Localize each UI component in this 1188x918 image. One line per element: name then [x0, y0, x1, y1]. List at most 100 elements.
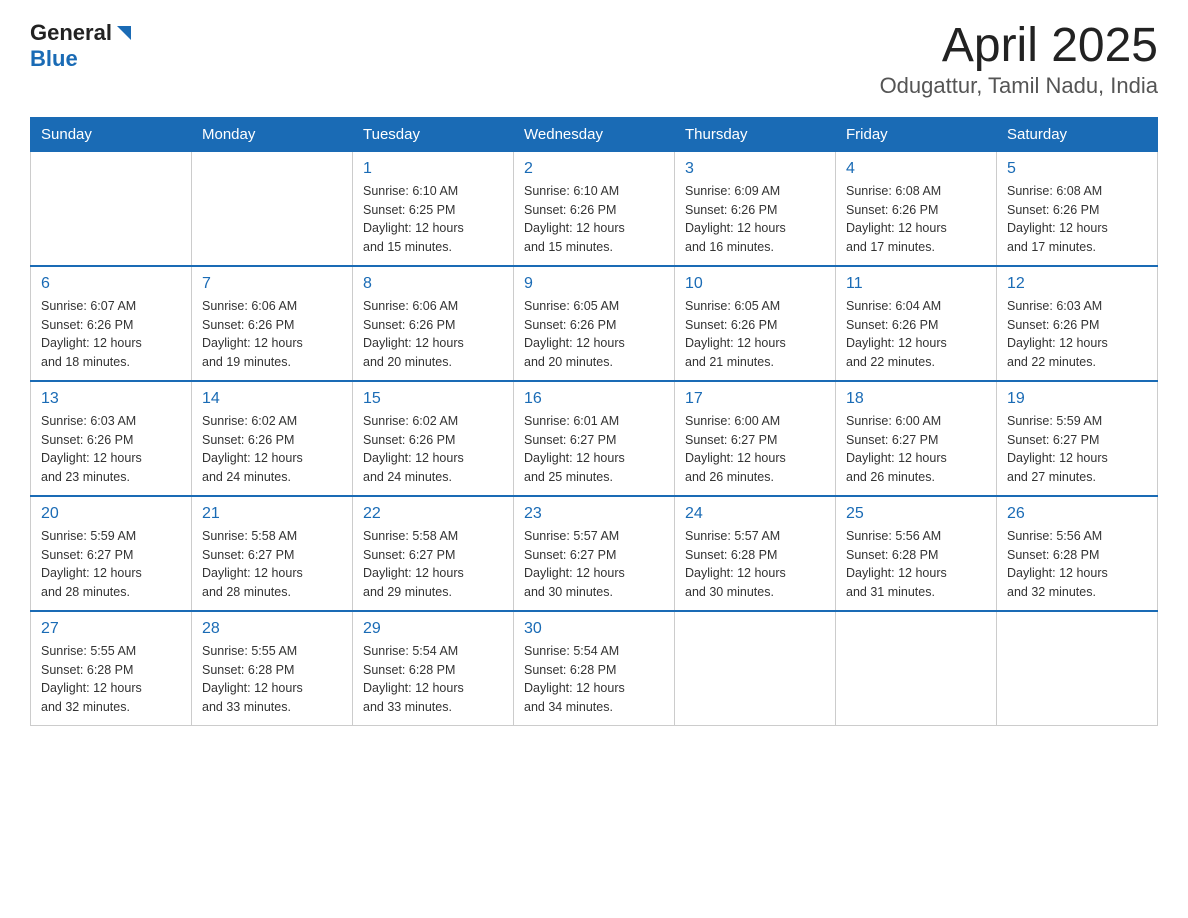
- calendar-cell: [31, 151, 192, 266]
- day-info: Sunrise: 6:03 AM Sunset: 6:26 PM Dayligh…: [1007, 297, 1147, 372]
- calendar-cell: 9Sunrise: 6:05 AM Sunset: 6:26 PM Daylig…: [514, 266, 675, 381]
- logo-triangle-icon: [113, 22, 135, 44]
- calendar-cell: 3 Sunrise: 6:09 AM Sunset: 6:26 PM Daylig…: [675, 151, 836, 266]
- col-saturday: Saturday: [997, 117, 1158, 151]
- day-info: Sunrise: 5:54 AM Sunset: 6:28 PM Dayligh…: [524, 642, 664, 717]
- logo-general-text: General: [30, 20, 112, 46]
- day-number: 15: [363, 390, 503, 408]
- day-number: 27: [41, 620, 181, 638]
- day-number: 19: [1007, 390, 1147, 408]
- day-number: 5: [1007, 160, 1147, 178]
- page-subtitle: Odugattur, Tamil Nadu, India: [880, 73, 1158, 99]
- calendar-cell: [192, 151, 353, 266]
- calendar-cell: 14 Sunrise: 6:02 AM Sunset: 6:26 PM Dayli…: [192, 381, 353, 496]
- calendar-week-row: 27 Sunrise: 5:55 AM Sunset: 6:28 PM Dayli…: [31, 611, 1158, 726]
- day-info: Sunrise: 6:10 AM Sunset: 6:25 PM Dayligh…: [363, 182, 503, 257]
- page-title: April 2025: [880, 20, 1158, 73]
- calendar-cell: 5 Sunrise: 6:08 AM Sunset: 6:26 PM Daylig…: [997, 151, 1158, 266]
- day-info: Sunrise: 6:02 AM Sunset: 6:26 PM Dayligh…: [202, 412, 342, 487]
- calendar-cell: [836, 611, 997, 726]
- day-number: 21: [202, 505, 342, 523]
- day-info: Sunrise: 6:00 AM Sunset: 6:27 PM Dayligh…: [846, 412, 986, 487]
- calendar-week-row: 6 Sunrise: 6:07 AM Sunset: 6:26 PM Daylig…: [31, 266, 1158, 381]
- calendar-cell: 15 Sunrise: 6:02 AM Sunset: 6:26 PM Dayli…: [353, 381, 514, 496]
- day-number: 29: [363, 620, 503, 638]
- calendar-cell: 13 Sunrise: 6:03 AM Sunset: 6:26 PM Dayli…: [31, 381, 192, 496]
- day-info: Sunrise: 6:10 AM Sunset: 6:26 PM Dayligh…: [524, 182, 664, 257]
- day-info: Sunrise: 6:08 AM Sunset: 6:26 PM Dayligh…: [846, 182, 986, 257]
- day-info: Sunrise: 6:00 AM Sunset: 6:27 PM Dayligh…: [685, 412, 825, 487]
- calendar-cell: 16Sunrise: 6:01 AM Sunset: 6:27 PM Dayli…: [514, 381, 675, 496]
- day-info: Sunrise: 5:55 AM Sunset: 6:28 PM Dayligh…: [41, 642, 181, 717]
- day-info: Sunrise: 6:07 AM Sunset: 6:26 PM Dayligh…: [41, 297, 181, 372]
- day-number: 24: [685, 505, 825, 523]
- day-info: Sunrise: 5:58 AM Sunset: 6:27 PM Dayligh…: [202, 527, 342, 602]
- calendar-header-row: Sunday Monday Tuesday Wednesday Thursday…: [31, 117, 1158, 151]
- calendar-cell: 10 Sunrise: 6:05 AM Sunset: 6:26 PM Dayli…: [675, 266, 836, 381]
- calendar-cell: 4 Sunrise: 6:08 AM Sunset: 6:26 PM Daylig…: [836, 151, 997, 266]
- day-number: 16: [524, 390, 664, 408]
- day-info: Sunrise: 6:06 AM Sunset: 6:26 PM Dayligh…: [363, 297, 503, 372]
- calendar-table: Sunday Monday Tuesday Wednesday Thursday…: [30, 117, 1158, 726]
- calendar-week-row: 20Sunrise: 5:59 AM Sunset: 6:27 PM Dayli…: [31, 496, 1158, 611]
- day-info: Sunrise: 6:05 AM Sunset: 6:26 PM Dayligh…: [685, 297, 825, 372]
- day-number: 11: [846, 275, 986, 293]
- day-info: Sunrise: 5:55 AM Sunset: 6:28 PM Dayligh…: [202, 642, 342, 717]
- day-info: Sunrise: 5:59 AM Sunset: 6:27 PM Dayligh…: [1007, 412, 1147, 487]
- day-number: 13: [41, 390, 181, 408]
- page-header: General Blue April 2025 Odugattur, Tamil…: [30, 20, 1158, 99]
- calendar-cell: 17Sunrise: 6:00 AM Sunset: 6:27 PM Dayli…: [675, 381, 836, 496]
- day-info: Sunrise: 5:57 AM Sunset: 6:27 PM Dayligh…: [524, 527, 664, 602]
- day-info: Sunrise: 6:02 AM Sunset: 6:26 PM Dayligh…: [363, 412, 503, 487]
- calendar-cell: [997, 611, 1158, 726]
- day-number: 1: [363, 160, 503, 178]
- day-number: 10: [685, 275, 825, 293]
- col-thursday: Thursday: [675, 117, 836, 151]
- calendar-week-row: 13 Sunrise: 6:03 AM Sunset: 6:26 PM Dayli…: [31, 381, 1158, 496]
- calendar-cell: 20Sunrise: 5:59 AM Sunset: 6:27 PM Dayli…: [31, 496, 192, 611]
- calendar-cell: 25 Sunrise: 5:56 AM Sunset: 6:28 PM Dayli…: [836, 496, 997, 611]
- col-tuesday: Tuesday: [353, 117, 514, 151]
- day-number: 7: [202, 275, 342, 293]
- day-info: Sunrise: 5:56 AM Sunset: 6:28 PM Dayligh…: [846, 527, 986, 602]
- day-info: Sunrise: 5:59 AM Sunset: 6:27 PM Dayligh…: [41, 527, 181, 602]
- day-number: 2: [524, 160, 664, 178]
- day-info: Sunrise: 6:08 AM Sunset: 6:26 PM Dayligh…: [1007, 182, 1147, 257]
- day-number: 6: [41, 275, 181, 293]
- day-number: 25: [846, 505, 986, 523]
- col-wednesday: Wednesday: [514, 117, 675, 151]
- calendar-cell: 19 Sunrise: 5:59 AM Sunset: 6:27 PM Dayli…: [997, 381, 1158, 496]
- day-number: 3: [685, 160, 825, 178]
- calendar-cell: 23 Sunrise: 5:57 AM Sunset: 6:27 PM Dayli…: [514, 496, 675, 611]
- calendar-cell: 26 Sunrise: 5:56 AM Sunset: 6:28 PM Dayli…: [997, 496, 1158, 611]
- calendar-cell: 29 Sunrise: 5:54 AM Sunset: 6:28 PM Dayli…: [353, 611, 514, 726]
- day-info: Sunrise: 5:56 AM Sunset: 6:28 PM Dayligh…: [1007, 527, 1147, 602]
- day-number: 30: [524, 620, 664, 638]
- day-number: 8: [363, 275, 503, 293]
- day-info: Sunrise: 5:57 AM Sunset: 6:28 PM Dayligh…: [685, 527, 825, 602]
- day-number: 4: [846, 160, 986, 178]
- calendar-cell: 21 Sunrise: 5:58 AM Sunset: 6:27 PM Dayli…: [192, 496, 353, 611]
- calendar-cell: 6 Sunrise: 6:07 AM Sunset: 6:26 PM Daylig…: [31, 266, 192, 381]
- calendar-cell: 1 Sunrise: 6:10 AM Sunset: 6:25 PM Daylig…: [353, 151, 514, 266]
- calendar-cell: 27 Sunrise: 5:55 AM Sunset: 6:28 PM Dayli…: [31, 611, 192, 726]
- day-number: 26: [1007, 505, 1147, 523]
- day-number: 12: [1007, 275, 1147, 293]
- calendar-cell: 22Sunrise: 5:58 AM Sunset: 6:27 PM Dayli…: [353, 496, 514, 611]
- logo-blue-text: Blue: [30, 46, 78, 71]
- day-number: 18: [846, 390, 986, 408]
- day-info: Sunrise: 5:54 AM Sunset: 6:28 PM Dayligh…: [363, 642, 503, 717]
- logo: General Blue: [30, 20, 135, 72]
- calendar-cell: 30 Sunrise: 5:54 AM Sunset: 6:28 PM Dayli…: [514, 611, 675, 726]
- day-info: Sunrise: 6:09 AM Sunset: 6:26 PM Dayligh…: [685, 182, 825, 257]
- calendar-cell: 8 Sunrise: 6:06 AM Sunset: 6:26 PM Daylig…: [353, 266, 514, 381]
- day-number: 14: [202, 390, 342, 408]
- calendar-cell: 2 Sunrise: 6:10 AM Sunset: 6:26 PM Daylig…: [514, 151, 675, 266]
- day-number: 23: [524, 505, 664, 523]
- calendar-cell: 28Sunrise: 5:55 AM Sunset: 6:28 PM Dayli…: [192, 611, 353, 726]
- calendar-cell: 18 Sunrise: 6:00 AM Sunset: 6:27 PM Dayli…: [836, 381, 997, 496]
- day-info: Sunrise: 6:04 AM Sunset: 6:26 PM Dayligh…: [846, 297, 986, 372]
- day-number: 22: [363, 505, 503, 523]
- day-info: Sunrise: 6:03 AM Sunset: 6:26 PM Dayligh…: [41, 412, 181, 487]
- col-sunday: Sunday: [31, 117, 192, 151]
